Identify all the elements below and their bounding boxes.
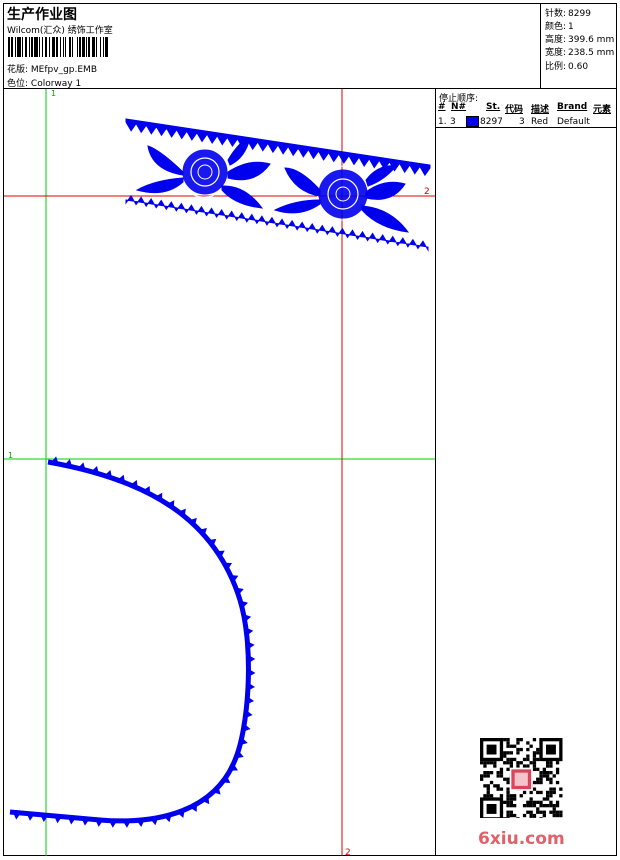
saw-tooth <box>26 813 35 821</box>
saw-tooth <box>248 655 256 664</box>
saw-tooth <box>136 819 145 828</box>
flower-left <box>135 137 271 209</box>
embroidery-canvas: 1 2 1 2 <box>4 89 435 858</box>
saw-tooth <box>245 627 254 636</box>
saw-tooth <box>247 641 255 650</box>
guide-label-top-red: 2 <box>424 187 430 197</box>
curve-saw-edge <box>12 456 256 828</box>
saw-tooth <box>54 815 63 824</box>
saw-tooth <box>81 818 90 826</box>
saw-tooth <box>109 820 118 828</box>
saw-tooth <box>245 710 253 719</box>
saw-tooth <box>246 696 255 705</box>
saw-tooth <box>247 682 256 691</box>
guide-label-bottom-green: 1 <box>8 451 13 460</box>
watermark-logo: 6xiu.com <box>478 829 565 849</box>
guide-label-top-green: 1 <box>51 89 56 98</box>
saw-tooth <box>95 819 104 827</box>
border-design <box>125 118 431 252</box>
guide-label-bottom-red: 2 <box>345 848 351 858</box>
saw-tooth <box>67 817 76 825</box>
saw-tooth <box>12 812 21 820</box>
qr-code <box>480 738 563 818</box>
collar-design <box>9 456 256 828</box>
saw-tooth <box>122 820 131 828</box>
saw-tooth <box>150 817 159 826</box>
saw-tooth <box>40 814 49 823</box>
saw-tooth <box>248 668 256 677</box>
